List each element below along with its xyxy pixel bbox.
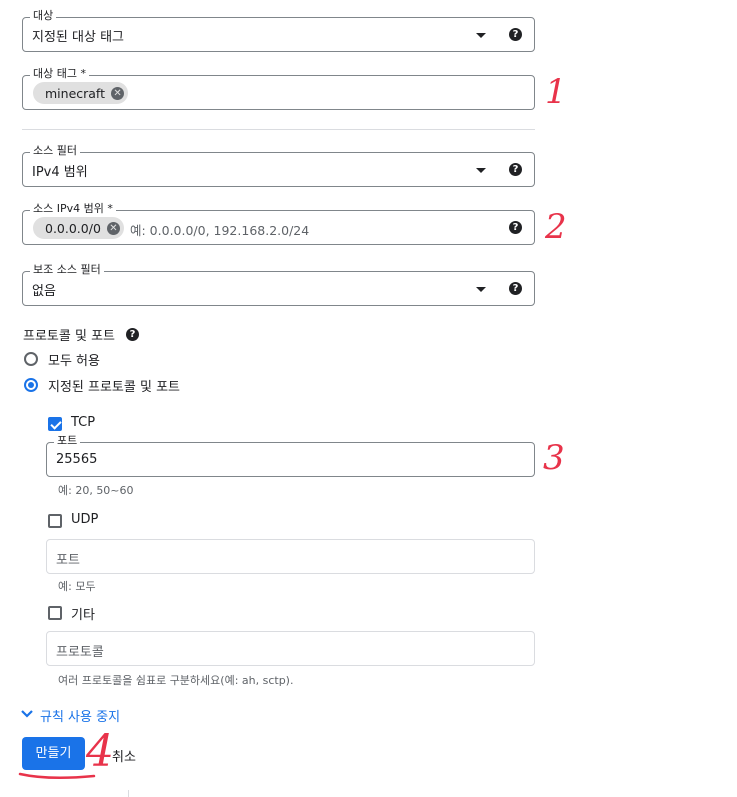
create-button[interactable]: 만들기 [22,737,85,770]
tcp-label[interactable]: TCP [71,415,95,430]
tcp-port-label: 포트 [54,434,81,448]
tcp-port-value: 25565 [56,452,98,467]
source-filter-label: 소스 필터 [30,144,80,158]
dropdown-arrow-icon [476,168,486,173]
source-ipv4-input[interactable]: 소스 IPv4 범위 * 0.0.0.0/0 ✕ 예: 0.0.0.0/0, 1… [22,202,535,245]
other-protocol-placeholder: 프로토콜 [56,645,104,660]
target-tags-label: 대상 태그 * [30,67,89,81]
specified-protocols-radio[interactable] [24,378,38,392]
other-label[interactable]: 기타 [71,604,95,623]
ip-range-chip: 0.0.0.0/0 ✕ [33,217,124,239]
help-icon[interactable]: ? [509,221,522,234]
other-protocol-hint: 여러 프로토콜을 쉼표로 구분하세요(예: ah, sctp). [58,674,294,687]
udp-port-placeholder: 포트 [56,553,80,568]
allow-all-radio[interactable] [24,352,38,366]
udp-checkbox[interactable] [48,514,62,528]
tcp-checkbox[interactable] [48,417,62,431]
tag-chip-label: minecraft [45,85,106,101]
help-icon[interactable]: ? [126,328,139,341]
annotation-2: 2 [545,207,567,247]
chip-remove-icon[interactable]: ✕ [111,86,125,100]
secondary-filter-label: 보조 소스 필터 [30,263,104,277]
help-icon[interactable]: ? [509,28,522,41]
annotation-3: 3 [543,438,565,478]
specified-protocols-label[interactable]: 지정된 프로토콜 및 포트 [48,376,180,395]
target-select[interactable]: 대상 지정된 대상 태그 ? [22,9,535,52]
source-ipv4-placeholder: 예: 0.0.0.0/0, 192.168.2.0/24 [130,223,310,238]
udp-port-input[interactable]: 포트 [46,539,535,574]
divider [128,790,129,797]
other-checkbox[interactable] [48,606,62,620]
help-icon[interactable]: ? [509,163,522,176]
disable-rule-toggle[interactable]: 규칙 사용 중지 [40,706,120,725]
tag-chip: minecraft ✕ [33,82,129,104]
target-label: 대상 [30,9,57,23]
source-filter-select[interactable]: 소스 필터 IPv4 범위 ? [22,144,535,187]
source-filter-value: IPv4 범위 [32,165,88,180]
secondary-filter-select[interactable]: 보조 소스 필터 없음 ? [22,263,535,306]
source-ipv4-label: 소스 IPv4 범위 * [30,202,116,216]
udp-label[interactable]: UDP [71,512,98,527]
dropdown-arrow-icon [476,287,486,292]
tcp-port-hint: 예: 20, 50~60 [58,484,134,497]
dropdown-arrow-icon [476,33,486,38]
udp-port-hint: 예: 모두 [58,580,96,593]
cancel-button[interactable]: 취소 [112,746,136,765]
help-icon[interactable]: ? [509,282,522,295]
tcp-port-input[interactable]: 포트 25565 [46,434,535,477]
ip-range-chip-label: 0.0.0.0/0 [45,220,101,236]
underline-annotation [18,772,96,779]
annotation-1: 1 [545,72,567,112]
allow-all-label[interactable]: 모두 허용 [48,350,100,369]
chevron-down-icon[interactable] [20,707,34,721]
target-tags-input[interactable]: 대상 태그 * minecraft ✕ [22,67,535,110]
divider [22,129,535,130]
secondary-filter-value: 없음 [32,284,56,299]
other-protocol-input[interactable]: 프로토콜 [46,631,535,666]
chip-remove-icon[interactable]: ✕ [106,221,120,235]
protocols-title: 프로토콜 및 포트 [23,329,115,344]
target-value: 지정된 대상 태그 [32,30,124,45]
